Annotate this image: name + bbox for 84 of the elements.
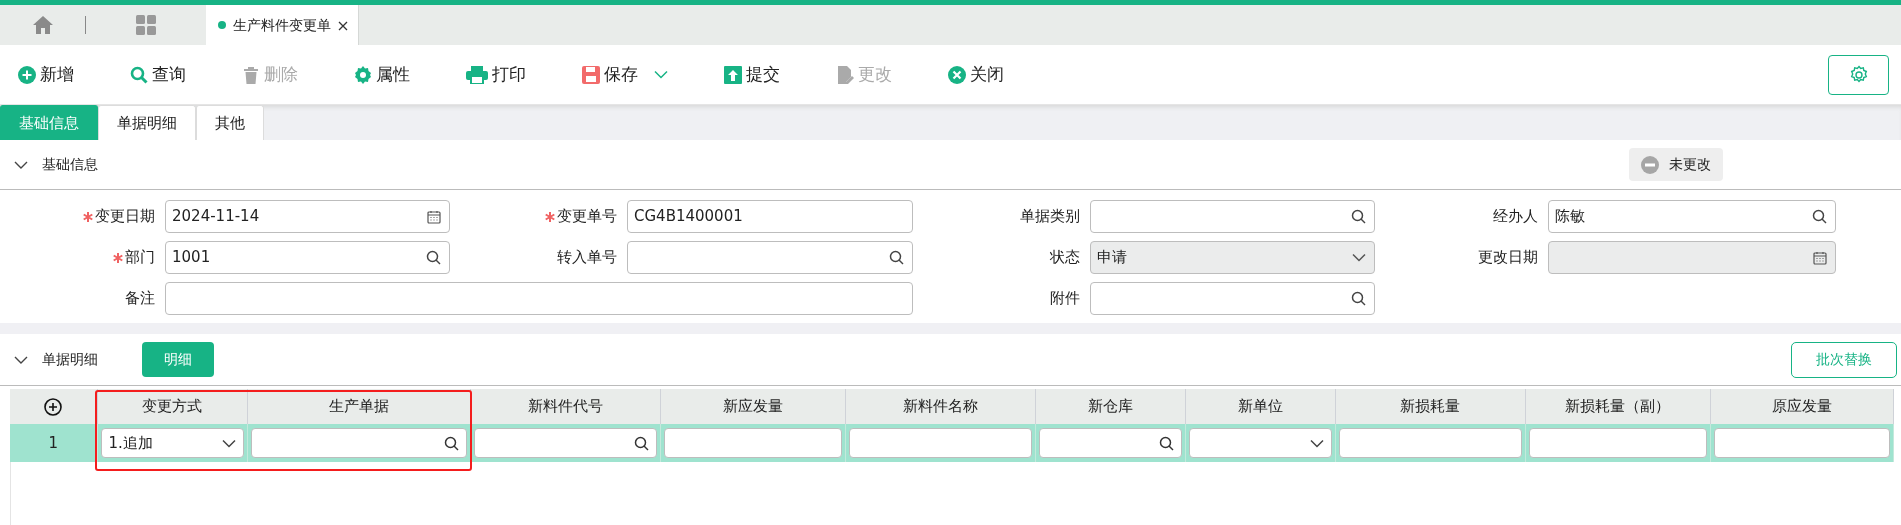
trash-icon	[242, 65, 260, 84]
section-tab[interactable]: 其他	[196, 105, 264, 140]
column-header: 新损耗量（副）	[1525, 389, 1710, 424]
close-circle-icon	[948, 65, 966, 84]
printer-icon	[466, 65, 488, 84]
column-header: 原应发量	[1710, 389, 1893, 424]
field-label: 经办人	[1492, 206, 1539, 228]
calendar-icon	[427, 209, 441, 224]
field-label: 部门	[0, 246, 165, 269]
settings-button[interactable]	[1828, 54, 1889, 95]
section-tab[interactable]: 单据明细	[98, 105, 196, 140]
input-field[interactable]: 1001	[165, 241, 450, 274]
input-field[interactable]	[627, 241, 913, 274]
input-field[interactable]	[1090, 282, 1375, 315]
status-badge: 未更改	[1629, 148, 1723, 181]
search-icon	[1351, 209, 1366, 224]
select-field[interactable]	[1188, 428, 1332, 458]
required-asterisk-icon	[83, 211, 93, 222]
document-tab[interactable]: 生产料件变更单	[206, 5, 359, 45]
calendar-icon	[1813, 250, 1827, 265]
search-icon	[889, 250, 904, 265]
field-label: 转入单号	[556, 247, 618, 269]
chevron-down-icon	[1352, 253, 1366, 262]
home-icon[interactable]	[32, 16, 53, 34]
add-row-icon[interactable]	[44, 397, 63, 416]
input-field[interactable]	[165, 282, 913, 315]
required-asterisk-icon	[113, 252, 123, 263]
input-field[interactable]	[1528, 428, 1707, 458]
settings-icon	[1848, 64, 1869, 85]
input-field[interactable]	[1038, 428, 1182, 458]
input-field[interactable]: 陈敏	[1548, 200, 1836, 233]
input-field[interactable]: CG4B1400001	[627, 200, 913, 233]
field-label: 备注	[124, 288, 156, 310]
field-label: 变更日期	[0, 205, 165, 228]
row-number: 1	[10, 424, 97, 462]
minus-circle-icon	[1641, 155, 1659, 174]
input-field[interactable]	[848, 428, 1032, 458]
input-field[interactable]	[663, 428, 842, 458]
input-field[interactable]	[1090, 200, 1375, 233]
grid-icon[interactable]	[136, 15, 156, 35]
column-header: 新仓库	[1035, 389, 1185, 424]
search-icon	[443, 435, 459, 451]
field-label: 状态	[1049, 247, 1081, 269]
field-label: 更改日期	[1477, 247, 1539, 269]
input-field[interactable]	[1713, 428, 1890, 458]
input-field[interactable]	[1338, 428, 1522, 458]
search-icon	[130, 65, 148, 84]
column-header: 变更方式	[97, 389, 247, 424]
search-icon	[1351, 291, 1366, 306]
section-title: 基础信息	[42, 155, 98, 174]
section-title: 单据明细	[42, 350, 98, 369]
column-header: 生产单据	[247, 389, 470, 424]
search-icon	[1158, 435, 1174, 451]
gear-icon	[354, 65, 372, 84]
toolbar-button[interactable]: 属性	[348, 57, 416, 92]
column-header: 新料件代号	[470, 389, 660, 424]
required-asterisk-icon	[545, 211, 555, 222]
column-header: 新料件名称	[845, 389, 1035, 424]
field-label: 附件	[1049, 288, 1081, 310]
toolbar-button[interactable]: 新增	[12, 57, 80, 92]
select-field[interactable]: 1.追加	[100, 428, 244, 458]
column-header: 新单位	[1185, 389, 1335, 424]
input-field[interactable]	[250, 428, 467, 458]
plus-circle-icon	[18, 65, 36, 84]
date-field[interactable]: 2024-11-14	[165, 200, 450, 233]
chevron-down-icon	[1309, 438, 1324, 448]
column-header: 新损耗量	[1335, 389, 1525, 424]
toolbar-button[interactable]: 关闭	[942, 57, 1010, 92]
search-icon	[426, 250, 441, 265]
chevron-down-icon	[221, 438, 236, 448]
column-header: 新应发量	[660, 389, 845, 424]
chevron-down-icon	[654, 70, 668, 80]
field-label: 单据类别	[1019, 206, 1081, 228]
search-icon	[633, 435, 649, 451]
document-pen-icon	[836, 65, 854, 84]
toolbar-button[interactable]: 保存	[576, 57, 674, 92]
status-dot	[218, 21, 226, 29]
toolbar-button[interactable]: 提交	[718, 57, 786, 92]
toolbar-button[interactable]: 打印	[460, 57, 532, 92]
input-field[interactable]	[473, 428, 657, 458]
toolbar-button[interactable]: 查询	[124, 57, 192, 92]
field-label: 变更单号	[450, 205, 627, 228]
search-icon	[1812, 209, 1827, 224]
close-icon[interactable]	[338, 20, 348, 31]
